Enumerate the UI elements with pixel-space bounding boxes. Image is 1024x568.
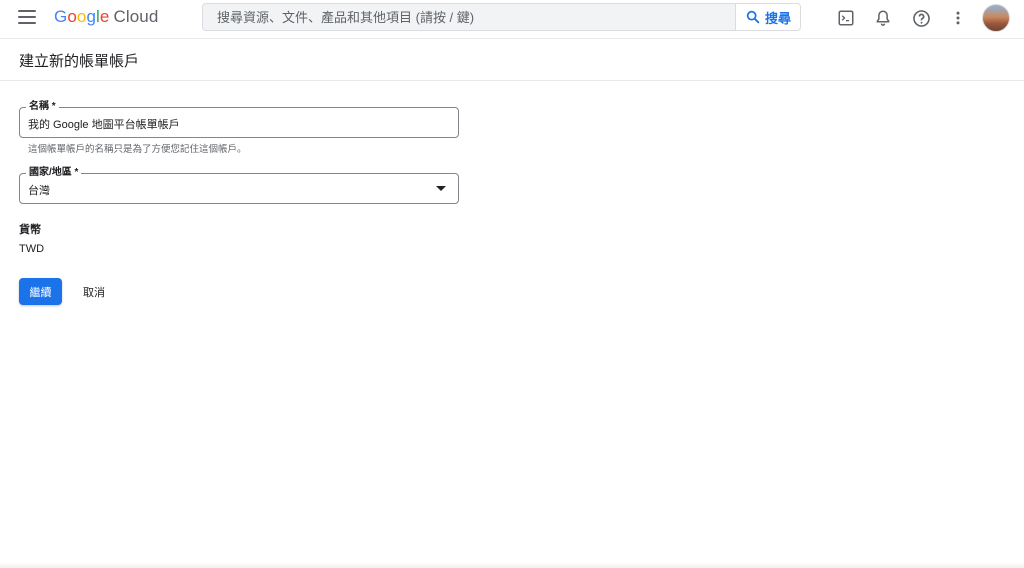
terminal-icon[interactable]	[836, 8, 856, 28]
top-bar: Google Cloud 搜尋	[0, 0, 1024, 39]
country-select-value: 台灣	[28, 185, 50, 197]
menu-icon[interactable]	[18, 10, 36, 26]
search-input[interactable]	[202, 3, 735, 31]
name-field-value[interactable]: 我的 Google 地圖平台帳單帳戶	[28, 116, 180, 132]
search-button-label: 搜尋	[764, 10, 791, 26]
country-select-label: 國家/地區 *	[26, 167, 82, 179]
country-select[interactable]: 國家/地區 * 台灣	[19, 167, 459, 204]
title-bar: 建立新的帳單帳戶	[0, 39, 1024, 81]
currency-value: TWD	[19, 243, 45, 255]
name-field-label: 名稱 *	[26, 101, 59, 113]
more-vert-icon[interactable]	[948, 8, 968, 28]
bell-icon[interactable]	[873, 8, 893, 28]
help-icon[interactable]	[911, 8, 931, 28]
continue-button[interactable]: 繼續	[19, 278, 62, 305]
name-field[interactable]: 名稱 * 我的 Google 地圖平台帳單帳戶	[19, 101, 459, 138]
dropdown-arrow-icon[interactable]	[436, 186, 446, 191]
currency-label: 貨幣	[19, 224, 41, 236]
cancel-button[interactable]: 取消	[72, 278, 116, 305]
google-cloud-logo[interactable]: Google Cloud	[54, 7, 158, 27]
name-field-hint: 這個帳單帳戶的名稱只是為了方便您記住這個帳戶。	[28, 144, 247, 155]
page-title: 建立新的帳單帳戶	[19, 53, 140, 70]
search-icon	[746, 10, 760, 24]
search-button[interactable]: 搜尋	[735, 3, 801, 31]
bottom-shadow	[0, 562, 1024, 568]
avatar[interactable]	[982, 4, 1010, 32]
